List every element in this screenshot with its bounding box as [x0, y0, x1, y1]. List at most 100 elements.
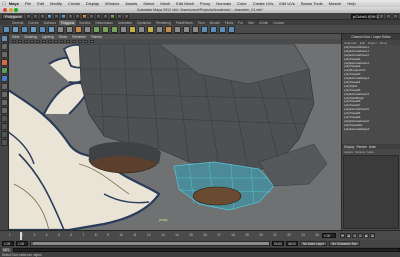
- poly-sphere-icon[interactable]: [3, 25, 10, 33]
- viewport-menu-shading[interactable]: Shading: [24, 35, 36, 39]
- selection-field[interactable]: pCube1.f[98:113]: [351, 13, 383, 19]
- last-tool-icon[interactable]: [1, 107, 8, 114]
- edge-mask-icon[interactable]: [75, 13, 81, 19]
- append-polygon-icon[interactable]: [129, 25, 136, 33]
- viewport-persp[interactable]: View Shading Lighting Show Renderer Pane…: [9, 34, 341, 230]
- menu-modify[interactable]: Modify: [50, 1, 62, 6]
- vertex-mask-icon[interactable]: [68, 13, 74, 19]
- lasso-tool-icon[interactable]: [1, 43, 8, 50]
- select-object-icon[interactable]: [54, 13, 60, 19]
- show-manipulator-icon[interactable]: [1, 99, 8, 106]
- apple-icon[interactable]: : [2, 1, 6, 7]
- open-scene-icon[interactable]: [33, 13, 39, 19]
- layer-tab-display[interactable]: Display: [344, 145, 354, 149]
- extract-icon[interactable]: [75, 25, 82, 33]
- menu-muscle[interactable]: Muscle: [329, 1, 342, 6]
- xray-icon[interactable]: [84, 39, 88, 44]
- viewport-menu-panels[interactable]: Panels: [91, 35, 101, 39]
- separate-icon[interactable]: [66, 25, 73, 33]
- render-settings-icon[interactable]: [124, 13, 130, 19]
- image-plane-icon[interactable]: [24, 39, 28, 44]
- snap-grid-icon[interactable]: [89, 13, 95, 19]
- render-icon[interactable]: [110, 13, 116, 19]
- bridge-icon[interactable]: [174, 25, 181, 33]
- bookmark-icon[interactable]: [18, 39, 22, 44]
- single-perspective-layout-icon[interactable]: [1, 115, 8, 122]
- menu-color[interactable]: Color: [237, 1, 247, 6]
- automatic-mapping-icon[interactable]: [228, 25, 235, 33]
- mirror-geometry-icon[interactable]: [120, 25, 127, 33]
- menu-mesh[interactable]: Mesh: [160, 1, 170, 6]
- zoom-window-icon[interactable]: [14, 8, 18, 12]
- insert-edge-loop-icon[interactable]: [147, 25, 154, 33]
- grid-toggle-icon[interactable]: [30, 39, 34, 44]
- cb-menu-edit[interactable]: Edit: [360, 41, 365, 45]
- select-component-icon[interactable]: [61, 13, 67, 19]
- viewport-menu-lighting[interactable]: Lighting: [42, 35, 54, 39]
- play-backward-icon[interactable]: ◁: [352, 233, 357, 238]
- poly-cone-icon[interactable]: [30, 25, 37, 33]
- time-slider[interactable]: 1 2 3 4 5 6 7 8 9 10 11 12 13 14 15 16 1…: [0, 230, 400, 240]
- go-to-end-icon[interactable]: ⏭: [370, 233, 375, 238]
- bevel-icon[interactable]: [192, 25, 199, 33]
- poly-plane-icon[interactable]: [39, 25, 46, 33]
- playback-start-field[interactable]: 1.00: [16, 241, 28, 246]
- isolate-select-icon[interactable]: [90, 39, 94, 44]
- poly-torus-icon[interactable]: [48, 25, 55, 33]
- face-mask-icon[interactable]: [82, 13, 88, 19]
- layer-tab-render[interactable]: Render: [356, 145, 366, 149]
- cb-menu-channels[interactable]: Channels: [344, 41, 357, 45]
- extrude-icon[interactable]: [165, 25, 172, 33]
- viewport-menu-renderer[interactable]: Renderer: [72, 35, 86, 39]
- menu-select[interactable]: Select: [143, 1, 154, 6]
- layer-menu-layers[interactable]: Layers: [344, 150, 353, 154]
- boolean-difference-icon[interactable]: [102, 25, 109, 33]
- command-input[interactable]: [12, 247, 400, 252]
- soft-modification-icon[interactable]: [1, 91, 8, 98]
- playhead[interactable]: [20, 232, 22, 240]
- close-window-icon[interactable]: [3, 8, 7, 12]
- menu-display[interactable]: Display: [86, 1, 99, 6]
- cylindrical-mapping-icon[interactable]: [219, 25, 226, 33]
- menu-create-uvs[interactable]: Create UVs: [253, 1, 274, 6]
- wireframe-icon[interactable]: [48, 39, 52, 44]
- current-frame-field[interactable]: 1.00: [322, 233, 336, 238]
- boolean-intersection-icon[interactable]: [111, 25, 118, 33]
- attribute-editor-toggle-icon[interactable]: [386, 13, 391, 19]
- viewport-menu-show[interactable]: Show: [59, 35, 67, 39]
- menu-assets[interactable]: Assets: [125, 1, 137, 6]
- combine-icon[interactable]: [57, 25, 64, 33]
- go-to-start-icon[interactable]: ⏮: [340, 233, 345, 238]
- select-hierarchy-icon[interactable]: [47, 13, 53, 19]
- shadows-icon[interactable]: [78, 39, 82, 44]
- cb-menu-object[interactable]: Object: [368, 41, 377, 45]
- menu-help[interactable]: Help: [347, 1, 355, 6]
- merge-icon[interactable]: [183, 25, 190, 33]
- scale-tool-icon[interactable]: [1, 75, 8, 82]
- play-forward-icon[interactable]: ▷: [358, 233, 363, 238]
- playback-end-field[interactable]: 24.00: [272, 241, 284, 246]
- menu-app-maya[interactable]: Maya: [9, 1, 19, 6]
- persp-graph-layout-icon[interactable]: [1, 139, 8, 146]
- range-slider[interactable]: [30, 241, 270, 246]
- uv-editor-icon[interactable]: [201, 25, 208, 33]
- channel-box-toggle-icon[interactable]: [379, 13, 384, 19]
- mel-label[interactable]: MEL: [2, 247, 11, 252]
- minimize-window-icon[interactable]: [8, 8, 13, 12]
- layer-list[interactable]: [343, 155, 399, 229]
- layer-tab-anim[interactable]: Anim: [369, 145, 376, 149]
- cb-menu-show[interactable]: Show: [380, 41, 388, 45]
- boolean-union-icon[interactable]: [93, 25, 100, 33]
- paint-select-tool-icon[interactable]: [1, 51, 8, 58]
- character-set-dropdown[interactable]: No Character Set: [328, 241, 360, 246]
- ipr-render-icon[interactable]: [117, 13, 123, 19]
- select-tool-icon[interactable]: [1, 35, 8, 42]
- viewport-menu-view[interactable]: View: [12, 35, 19, 39]
- range-slider-handle[interactable]: [33, 242, 269, 245]
- menu-file[interactable]: File: [25, 1, 31, 6]
- layer-menu-help[interactable]: Help: [367, 150, 373, 154]
- menu-bonus-tools[interactable]: Bonus Tools: [301, 1, 323, 6]
- menu-proxy[interactable]: Proxy: [200, 1, 210, 6]
- textured-icon[interactable]: [66, 39, 70, 44]
- poly-cylinder-icon[interactable]: [21, 25, 28, 33]
